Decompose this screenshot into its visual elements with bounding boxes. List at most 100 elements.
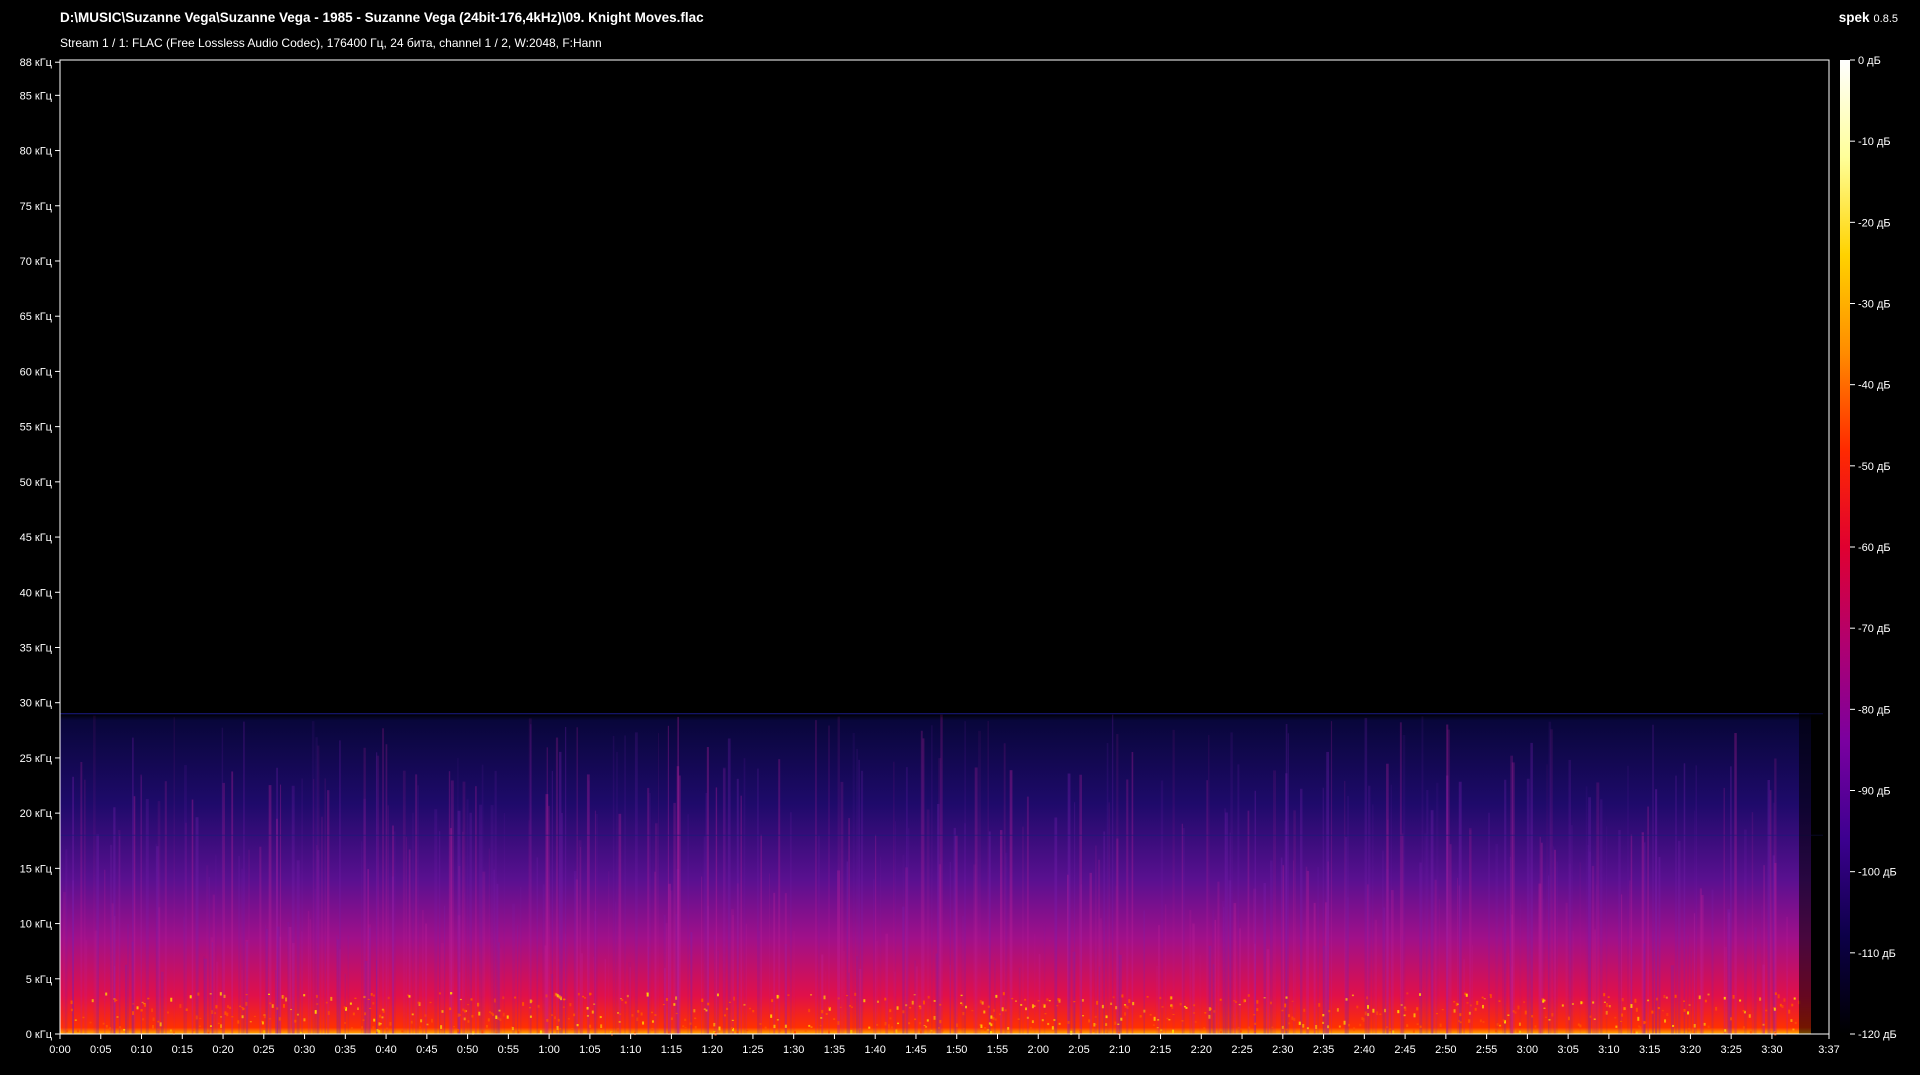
spectrogram-streak: [922, 738, 925, 1034]
spectrogram-speckle: [1367, 1005, 1370, 1009]
spectrogram-streak: [703, 836, 706, 1034]
spectrogram-speckle: [452, 1026, 455, 1028]
spectrogram-speckle: [808, 1008, 811, 1013]
spectrogram-speckle: [1589, 1015, 1592, 1018]
spectrogram-speckle: [1468, 1019, 1471, 1023]
spectrogram-speckle: [908, 1022, 911, 1025]
spectrogram-speckle: [1548, 1019, 1551, 1021]
spectrogram-speckle: [926, 1019, 929, 1022]
spectrogram-speckle: [743, 1003, 746, 1006]
spectrogram-streak: [821, 954, 824, 1034]
y-tick-label: 45 кГц: [20, 532, 53, 544]
spectrogram-speckle: [449, 992, 452, 995]
spectrogram-streak: [687, 814, 689, 1034]
spectrogram-speckle: [1494, 1029, 1497, 1032]
spectrogram-streak: [1446, 724, 1449, 1034]
db-tick-label: -70 дБ: [1858, 623, 1891, 635]
db-tick-label: -80 дБ: [1858, 704, 1891, 716]
spectrogram-speckle: [1608, 1004, 1611, 1008]
spectrogram-speckle: [477, 1002, 480, 1007]
spectrogram-streak: [338, 740, 341, 1034]
spectrogram-speckle: [282, 995, 285, 998]
spectrogram-streak: [520, 886, 522, 1034]
spectrogram-speckle: [147, 997, 150, 1000]
spectrogram-streak: [855, 956, 859, 1034]
spectrogram-speckle: [651, 1027, 654, 1031]
spectrogram-speckle: [1322, 1013, 1325, 1017]
spectrogram-speckle: [1345, 998, 1348, 1001]
spectrogram-speckle: [189, 995, 192, 999]
spectrogram-streak: [722, 767, 726, 1034]
db-tick-label: -90 дБ: [1858, 786, 1891, 798]
spectrogram-speckle: [179, 1004, 182, 1008]
spectrogram-streak: [1292, 860, 1294, 1034]
spectrogram-speckle: [895, 1029, 898, 1034]
spectrogram-streak: [185, 822, 187, 1034]
spectrogram-streak: [858, 759, 860, 1034]
spectrogram-speckle: [1168, 1019, 1171, 1021]
spectrogram-speckle: [123, 1029, 126, 1031]
spectrogram-speckle: [495, 1015, 498, 1019]
spectrogram-speckle: [349, 1002, 352, 1005]
spectrogram-speckle: [1253, 1014, 1256, 1016]
spectrogram-speckle: [517, 1030, 520, 1034]
spectrogram-speckle: [1571, 1003, 1574, 1005]
spectrogram-streak: [1208, 945, 1212, 1034]
spectrogram-streak: [592, 956, 595, 1034]
spectrogram-streak: [1605, 826, 1608, 1034]
spectrogram-speckle: [919, 1021, 922, 1025]
spectrogram-streak: [1322, 787, 1324, 1034]
spectrogram-speckle: [506, 1015, 509, 1019]
time-axis: 0:00 0:05 0:10 0:15 0:20 0:25 0:30 0:35 0:40 0:45…: [49, 1034, 1840, 1056]
spectrogram-speckle: [1302, 1024, 1305, 1028]
spectrogram-streak: [259, 846, 262, 1034]
spectrogram-speckle: [316, 1003, 319, 1005]
spectrogram-speckle: [837, 997, 840, 1000]
spectrogram-streak: [559, 751, 562, 1034]
x-tick-label: 1:00: [538, 1044, 559, 1056]
spectrogram-speckle: [1256, 1000, 1259, 1004]
db-tick-label: -110 дБ: [1858, 948, 1896, 960]
spectrogram-streak: [879, 856, 882, 1034]
spectrogram-streak: [758, 930, 761, 1034]
spectrogram-speckle: [1672, 1024, 1675, 1027]
spectrogram-speckle: [386, 1027, 389, 1031]
spectrogram-streak: [104, 869, 106, 1034]
spectrogram-streak: [1458, 885, 1460, 1034]
spectrogram-speckle: [988, 1022, 991, 1025]
spectrogram-streak: [1116, 838, 1119, 1034]
spectrogram-speckle: [980, 1024, 983, 1028]
spectrogram-streak: [840, 781, 844, 1034]
spectrogram-streak: [894, 821, 897, 1034]
spectrogram-speckle: [1219, 998, 1222, 1001]
spectrogram-speckle: [556, 994, 559, 998]
spectrogram-speckle: [962, 1028, 965, 1030]
spectrogram-speckle: [562, 1006, 565, 1008]
spectrogram-speckle: [1614, 1016, 1617, 1019]
spectrogram-streak: [494, 770, 497, 1034]
spectrogram-speckle: [876, 1024, 879, 1026]
spectrogram-speckle: [1777, 994, 1780, 999]
spectrogram-streak: [873, 879, 875, 1034]
spectrogram-speckle: [276, 1007, 279, 1010]
spectrogram-speckle: [716, 993, 719, 997]
spectrogram-speckle: [633, 1031, 636, 1036]
spectrogram-speckle: [1765, 1009, 1768, 1012]
spectrogram-speckle: [1362, 1018, 1365, 1022]
spectrogram-speckle: [960, 994, 963, 997]
spectrogram-speckle: [217, 1022, 220, 1025]
spectrogram-speckle: [529, 1015, 532, 1018]
spectrogram-speckle: [1580, 1001, 1583, 1005]
spectrogram-speckle: [1406, 992, 1409, 995]
x-tick-label: 0:05: [90, 1044, 111, 1056]
spectrogram-streak: [1507, 952, 1510, 1034]
y-tick-label: 0 кГц: [26, 1029, 53, 1041]
spectrogram-speckle: [1004, 1009, 1007, 1012]
spectrogram-streak: [1629, 880, 1631, 1034]
spectrogram-streak: [588, 780, 590, 1034]
spectrogram-speckle: [1171, 1005, 1174, 1009]
spectrogram-speckle: [1498, 1000, 1501, 1002]
spectrogram-speckle: [1088, 1019, 1091, 1023]
x-tick-label: 2:20: [1191, 1044, 1212, 1056]
spectrogram-streak: [608, 871, 610, 1034]
